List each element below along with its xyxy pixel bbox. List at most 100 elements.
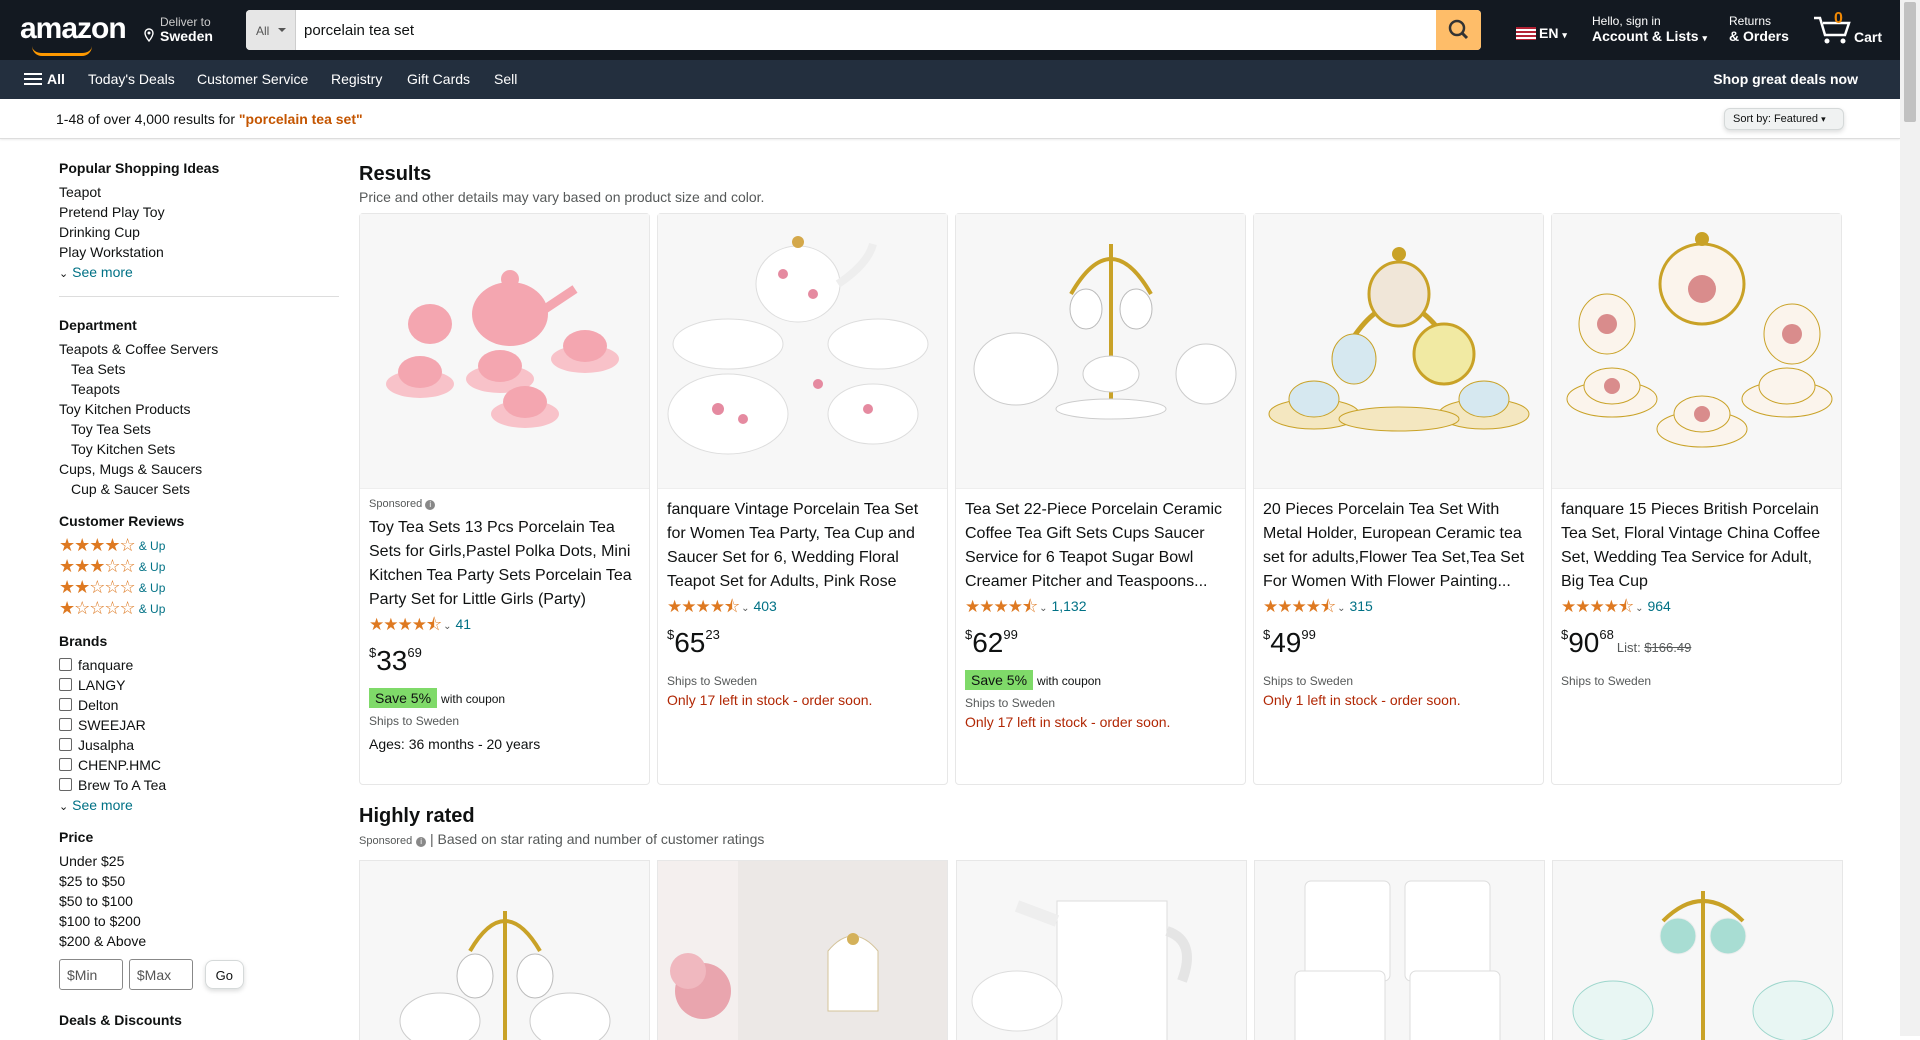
scrollbar-thumb[interactable]	[1904, 2, 1916, 122]
checkbox[interactable]	[59, 778, 72, 791]
product-price[interactable]: $6523	[667, 627, 939, 662]
highly-rated-card[interactable]	[1552, 860, 1843, 1040]
price-range-link[interactable]: $50 to $100	[59, 891, 339, 911]
review-count[interactable]: 964	[1647, 598, 1670, 614]
page-scrollbar[interactable]	[1900, 0, 1920, 1036]
product-title[interactable]: Toy Tea Sets 13 Pcs Porcelain Tea Sets f…	[369, 516, 641, 612]
checkbox[interactable]	[59, 718, 72, 731]
search-category-dropdown[interactable]: All	[246, 10, 296, 50]
product-price[interactable]: $6299	[965, 627, 1237, 662]
star-rating-icon[interactable]: ★★★★⯪	[369, 615, 442, 635]
department-link[interactable]: Toy Kitchen Products	[59, 399, 339, 419]
nav-todays-deals[interactable]: Today's Deals	[88, 71, 175, 87]
chevron-down-icon[interactable]: ⌄	[1337, 603, 1345, 614]
product-title[interactable]: 20 Pieces Porcelain Tea Set With Metal H…	[1263, 498, 1535, 594]
popular-idea-link[interactable]: Drinking Cup	[59, 222, 339, 242]
product-card[interactable]: fanquare Vintage Porcelain Tea Set for W…	[657, 213, 948, 785]
checkbox[interactable]	[59, 658, 72, 671]
product-card[interactable]: Tea Set 22-Piece Porcelain Ceramic Coffe…	[955, 213, 1246, 785]
brand-filter-item[interactable]: Delton	[59, 695, 339, 715]
max-price-input[interactable]: $Max	[128, 959, 193, 990]
product-title[interactable]: fanquare 15 Pieces British Porcelain Tea…	[1561, 498, 1833, 594]
chevron-down-icon[interactable]: ⌄	[1039, 603, 1047, 614]
department-link[interactable]: Teapots & Coffee Servers	[59, 339, 339, 359]
checkbox[interactable]	[59, 738, 72, 751]
popular-idea-link[interactable]: Play Workstation	[59, 242, 339, 262]
review-count[interactable]: 41	[455, 616, 471, 632]
department-link[interactable]: Toy Kitchen Sets	[59, 439, 339, 459]
coupon-row[interactable]: Save 5% with coupon	[965, 670, 1237, 690]
review-filter-3-stars[interactable]: ★★★☆☆ & Up	[59, 556, 339, 577]
nav-registry[interactable]: Registry	[331, 71, 382, 87]
review-count[interactable]: 315	[1349, 598, 1372, 614]
nav-shop-deals[interactable]: Shop great deals now	[1713, 71, 1858, 87]
brand-filter-item[interactable]: SWEEJAR	[59, 715, 339, 735]
nav-customer-service[interactable]: Customer Service	[197, 71, 308, 87]
coupon-badge[interactable]: Save 5%	[965, 670, 1034, 690]
cart-button[interactable]: 0 Cart	[1812, 10, 1892, 48]
product-card[interactable]: fanquare 15 Pieces British Porcelain Tea…	[1551, 213, 1842, 785]
brand-filter-item[interactable]: Brew To A Tea	[59, 775, 339, 795]
star-rating-icon[interactable]: ★★★★⯪	[667, 597, 740, 617]
product-title[interactable]: Tea Set 22-Piece Porcelain Ceramic Coffe…	[965, 498, 1237, 594]
chevron-down-icon[interactable]: ⌄	[443, 621, 451, 632]
highly-rated-card[interactable]	[1254, 860, 1545, 1040]
review-filter-1-stars[interactable]: ★☆☆☆☆ & Up	[59, 598, 339, 619]
brand-filter-item[interactable]: fanquare	[59, 655, 339, 675]
checkbox[interactable]	[59, 698, 72, 711]
account-menu[interactable]: Hello, sign in Account & Lists ▾	[1592, 14, 1707, 46]
sort-dropdown[interactable]: Sort by: Featured ▾	[1724, 108, 1844, 130]
price-range-link[interactable]: Under $25	[59, 851, 339, 871]
department-link[interactable]: Toy Tea Sets	[59, 419, 339, 439]
department-link[interactable]: Tea Sets	[59, 359, 339, 379]
highly-rated-card[interactable]	[359, 860, 650, 1040]
product-image[interactable]	[360, 214, 649, 489]
product-price[interactable]: $4999	[1263, 627, 1535, 662]
amazon-logo[interactable]: amazon	[20, 12, 127, 56]
product-image[interactable]	[1552, 214, 1841, 489]
review-filter-4-stars[interactable]: ★★★★☆ & Up	[59, 535, 339, 556]
search-button[interactable]	[1436, 10, 1481, 50]
see-more-link[interactable]: ⌄ See more	[59, 262, 339, 284]
info-icon[interactable]: i	[416, 837, 427, 847]
info-icon[interactable]: i	[425, 500, 436, 510]
returns-orders[interactable]: Returns & Orders	[1729, 14, 1789, 44]
highly-rated-card[interactable]	[956, 860, 1247, 1040]
all-menu-button[interactable]: All	[24, 71, 65, 87]
checkbox[interactable]	[59, 678, 72, 691]
product-card[interactable]: Sponsored i Toy Tea Sets 13 Pcs Porcelain…	[359, 213, 650, 785]
review-count[interactable]: 403	[753, 598, 776, 614]
star-rating-icon[interactable]: ★★★★⯪	[965, 597, 1038, 617]
review-count[interactable]: 1,132	[1051, 598, 1086, 614]
star-rating-icon[interactable]: ★★★★⯪	[1561, 597, 1634, 617]
popular-idea-link[interactable]: Pretend Play Toy	[59, 202, 339, 222]
department-link[interactable]: Cups, Mugs & Saucers	[59, 459, 339, 479]
checkbox[interactable]	[59, 758, 72, 771]
product-card[interactable]: 20 Pieces Porcelain Tea Set With Metal H…	[1253, 213, 1544, 785]
chevron-down-icon[interactable]: ⌄	[741, 603, 749, 614]
department-link[interactable]: Teapots	[59, 379, 339, 399]
deliver-to[interactable]: Deliver to Sweden	[160, 15, 213, 43]
nav-gift-cards[interactable]: Gift Cards	[407, 71, 470, 87]
search-input[interactable]	[304, 10, 1414, 50]
brand-filter-item[interactable]: CHENP.HMC	[59, 755, 339, 775]
price-range-link[interactable]: $100 to $200	[59, 911, 339, 931]
see-more-brands-link[interactable]: ⌄ See more	[59, 795, 339, 817]
department-link[interactable]: Cup & Saucer Sets	[59, 479, 339, 499]
popular-idea-link[interactable]: Teapot	[59, 182, 339, 202]
chevron-down-icon[interactable]: ⌄	[1635, 603, 1643, 614]
price-range-link[interactable]: $200 & Above	[59, 931, 339, 951]
product-image[interactable]	[658, 214, 947, 489]
price-range-link[interactable]: $25 to $50	[59, 871, 339, 891]
product-price[interactable]: $9068List: $166.49	[1561, 627, 1833, 662]
highly-rated-card[interactable]	[657, 860, 948, 1040]
review-filter-2-stars[interactable]: ★★☆☆☆ & Up	[59, 577, 339, 598]
coupon-row[interactable]: Save 5% with coupon	[369, 688, 641, 708]
min-price-input[interactable]: $Min	[59, 959, 123, 990]
product-price[interactable]: $3369	[369, 645, 641, 680]
price-go-button[interactable]: Go	[204, 960, 244, 989]
brand-filter-item[interactable]: Jusalpha	[59, 735, 339, 755]
coupon-badge[interactable]: Save 5%	[369, 688, 438, 708]
nav-sell[interactable]: Sell	[494, 71, 517, 87]
product-title[interactable]: fanquare Vintage Porcelain Tea Set for W…	[667, 498, 939, 594]
